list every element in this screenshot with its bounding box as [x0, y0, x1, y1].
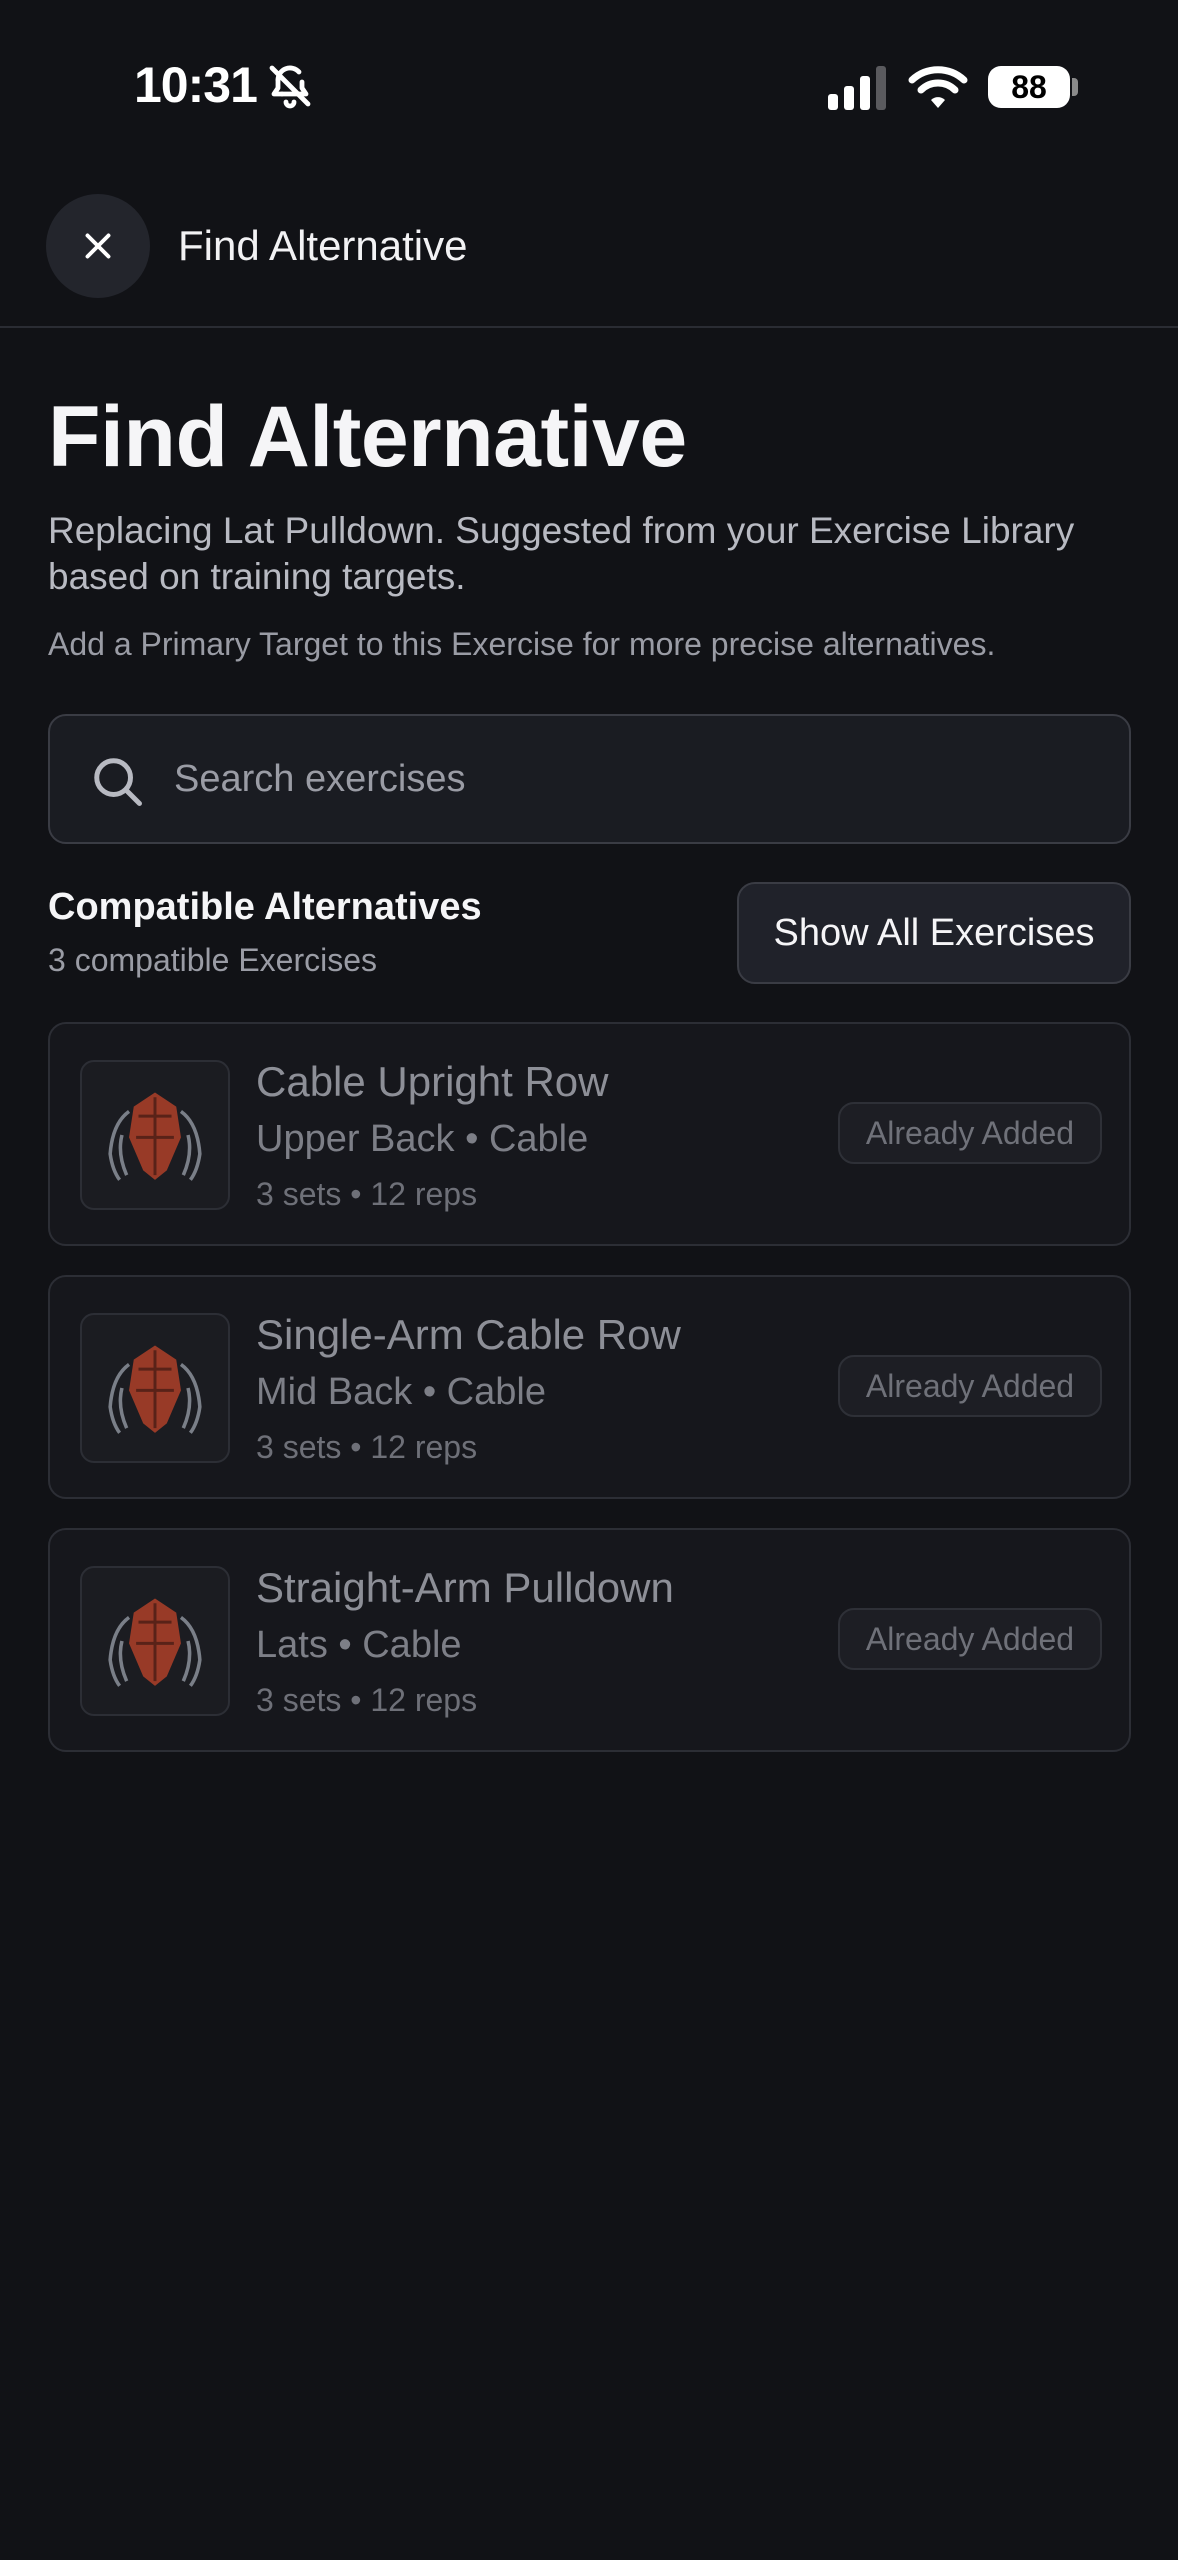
section-count: 3 compatible Exercises [48, 942, 378, 978]
exercise-meta: Upper Back • Cable [256, 1118, 589, 1160]
signal-icon [828, 66, 886, 110]
already-added-badge: Already Added [838, 1355, 1102, 1417]
search-icon [94, 758, 142, 806]
exercise-card[interactable]: Cable Upright Row Upper Back • Cable 3 s… [48, 1022, 1131, 1246]
exercise-thumbnail [80, 1566, 230, 1716]
already-added-badge: Already Added [838, 1102, 1102, 1164]
bell-slash-icon [269, 65, 311, 109]
back-muscle-icon [108, 1345, 202, 1434]
page-title: Find Alternative [48, 389, 687, 485]
search-input[interactable] [172, 746, 1092, 812]
back-muscle-icon [108, 1598, 202, 1687]
header: Find Alternative [0, 170, 1178, 328]
page-subtitle: Replacing Lat Pulldown. Suggested from y… [48, 510, 1075, 597]
battery-indicator: 88 [988, 66, 1070, 108]
page-hint: Add a Primary Target to this Exercise fo… [48, 626, 996, 662]
exercise-card[interactable]: Straight-Arm Pulldown Lats • Cable 3 set… [48, 1528, 1131, 1752]
exercise-name: Cable Upright Row [256, 1058, 609, 1105]
section-title: Compatible Alternatives [48, 886, 482, 928]
close-icon [85, 233, 111, 259]
back-muscle-icon [108, 1092, 202, 1181]
wifi-icon [908, 66, 968, 108]
exercise-name: Straight-Arm Pulldown [256, 1564, 674, 1611]
battery-cap [1072, 78, 1078, 96]
exercise-sets: 3 sets • 12 reps [256, 1176, 478, 1212]
exercise-thumbnail [80, 1313, 230, 1463]
status-bar: 10:31 88 [0, 0, 1178, 170]
exercise-meta: Lats • Cable [256, 1624, 462, 1666]
exercise-thumbnail [80, 1060, 230, 1210]
exercise-card[interactable]: Single-Arm Cable Row Mid Back • Cable 3 … [48, 1275, 1131, 1499]
close-button[interactable] [46, 194, 150, 298]
exercise-sets: 3 sets • 12 reps [256, 1429, 478, 1465]
exercise-sets: 3 sets • 12 reps [256, 1682, 478, 1718]
exercise-name: Single-Arm Cable Row [256, 1311, 681, 1358]
status-time: 10:31 [134, 57, 258, 113]
already-added-badge: Already Added [838, 1608, 1102, 1670]
search-box[interactable] [48, 714, 1131, 844]
exercise-meta: Mid Back • Cable [256, 1371, 546, 1413]
header-title: Find Alternative [178, 222, 468, 269]
show-all-exercises-button[interactable]: Show All Exercises [737, 882, 1131, 984]
